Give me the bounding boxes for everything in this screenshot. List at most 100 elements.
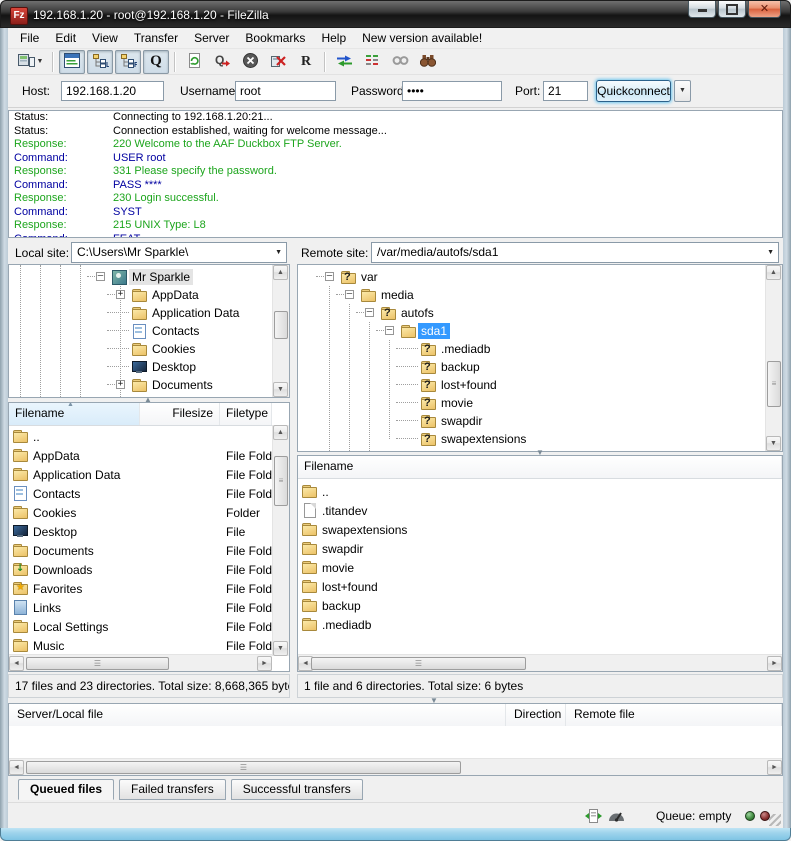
column-header-filetype[interactable]: Filetype [220,403,272,425]
file-row-movie[interactable]: movie [298,558,782,577]
file-row-appdata[interactable]: AppDataFile Folder [9,446,272,465]
column-header-filename[interactable]: Filename [298,456,782,478]
process-queue-button[interactable]: Q [209,50,235,74]
scroll-up-button[interactable]: ▲ [273,425,288,440]
file-compare-button[interactable] [359,50,385,74]
file-row-music[interactable]: MusicFile Folder [9,636,272,655]
file-row-links[interactable]: LinksFile Folder [9,598,272,617]
scrollbar-thumb[interactable]: ☰ [311,657,526,670]
username-input[interactable] [235,81,336,101]
tree-item-movie[interactable]: ?movie [298,394,765,412]
tree-item-media[interactable]: –media [298,286,765,304]
queue-column-direction[interactable]: Direction [506,704,566,726]
tab-queued-files[interactable]: Queued files [18,779,114,800]
tree-item-downloads[interactable]: +↓Downloads [9,394,272,398]
scroll-down-button[interactable]: ▼ [273,382,288,397]
tree-item-mr-sparkle[interactable]: –Mr Sparkle [9,268,272,286]
file-row-titandev[interactable]: .titandev [298,501,782,520]
speed-limit-icon[interactable] [608,809,625,825]
collapse-expander[interactable]: – [345,290,354,299]
menu-item-bookmarks[interactable]: Bookmarks [237,29,313,47]
collapse-expander[interactable]: – [96,272,105,281]
local-site-combobox[interactable]: C:\Users\Mr Sparkle\ ▼ [71,242,287,263]
scroll-up-button[interactable]: ▲ [273,265,288,280]
cancel-button[interactable] [237,50,263,74]
file-row-mediadb[interactable]: .mediadb [298,615,782,634]
tree-item-autofs[interactable]: –?autofs [298,304,765,322]
file-row-local-settings[interactable]: Local SettingsFile Folder [9,617,272,636]
tree-item-desktop[interactable]: Desktop [9,358,272,376]
horizontal-scrollbar[interactable]: ◄►☰ [9,758,782,775]
scrollbar-thumb[interactable]: ≡ [767,361,781,407]
file-row-application-data[interactable]: Application DataFile Folder [9,465,272,484]
site-manager-button[interactable]: ▼ [13,50,47,74]
horizontal-scrollbar[interactable]: ◄ ► ☰ [9,654,272,671]
menu-item-view[interactable]: View [84,29,126,47]
scroll-down-button[interactable]: ▼ [766,436,781,451]
file-row-desktop[interactable]: DesktopFile [9,522,272,541]
menu-item-help[interactable]: Help [313,29,354,47]
reconnect-button[interactable]: R [293,50,319,74]
column-header-filesize[interactable]: Filesize [140,403,220,425]
remote-site-combobox[interactable]: /var/media/autofs/sda1 ▼ [371,242,779,263]
file-row-contacts[interactable]: ContactsFile Folder [9,484,272,503]
scrollbar-thumb[interactable]: ≡ [274,456,288,506]
tree-item-mediadb[interactable]: ?.mediadb [298,340,765,358]
refresh-button[interactable] [181,50,207,74]
tree-item-lost-found[interactable]: ?lost+found [298,376,765,394]
file-row-item[interactable]: .. [298,482,782,501]
tab-failed-transfers[interactable]: Failed transfers [119,779,226,800]
file-row-favorites[interactable]: ★FavoritesFile Folder [9,579,272,598]
menu-item-server[interactable]: Server [186,29,237,47]
expand-expander[interactable]: + [116,380,125,389]
close-button[interactable]: ✕ [748,1,781,18]
file-row-item[interactable]: .. [9,427,272,446]
horizontal-scrollbar[interactable]: ◄►☰ [298,654,782,671]
file-row-swapextensions[interactable]: swapextensions [298,520,782,539]
disconnect-button[interactable] [265,50,291,74]
queue-column-server-local-file[interactable]: Server/Local file [9,704,506,726]
resize-grip[interactable] [769,814,781,826]
tree-item-appdata[interactable]: +AppData [9,286,272,304]
toggle-queue-button[interactable]: Q [143,50,169,74]
toggle-message-log-button[interactable] [59,50,85,74]
directory-comparison-button[interactable] [331,50,357,74]
synchronized-browsing-button[interactable] [387,50,413,74]
quickconnect-button[interactable]: Quickconnect [596,80,671,102]
tree-item-swapextensions[interactable]: ?swapextensions [298,430,765,448]
tab-successful-transfers[interactable]: Successful transfers [231,779,363,800]
password-input[interactable] [402,81,502,101]
file-row-backup[interactable]: backup [298,596,782,615]
tree-item-sda1[interactable]: –sda1 [298,322,765,340]
scrollbar-thumb[interactable] [274,311,288,339]
toggle-local-tree-button[interactable]: L [87,50,113,74]
tree-item-dvd[interactable]: ?dvd [298,448,765,452]
scroll-left-button[interactable]: ◄ [9,760,24,775]
menu-item-new-version-available[interactable]: New version available! [354,29,490,47]
collapse-down-icon[interactable]: ▼ [430,697,438,705]
tree-item-contacts[interactable]: Contacts [9,322,272,340]
scroll-right-button[interactable]: ► [257,656,272,671]
scrollbar-thumb[interactable]: ☰ [26,761,461,774]
vertical-scrollbar[interactable]: ▲ ▼ ≡ [765,265,782,451]
vertical-scrollbar[interactable]: ▲▼ [272,265,289,397]
tree-item-application-data[interactable]: Application Data [9,304,272,322]
file-row-downloads[interactable]: ↓DownloadsFile Folder [9,560,272,579]
scroll-right-button[interactable]: ► [767,656,782,671]
scrollbar-thumb[interactable]: ☰ [26,657,169,670]
file-row-lost-found[interactable]: lost+found [298,577,782,596]
toggle-remote-tree-button[interactable]: F [115,50,141,74]
search-button[interactable] [415,50,441,74]
port-input[interactable] [543,81,588,101]
file-row-swapdir[interactable]: swapdir [298,539,782,558]
collapse-expander[interactable]: – [365,308,374,317]
scroll-down-button[interactable]: ▼ [273,641,288,656]
vertical-scrollbar[interactable]: ▲ ▼ ≡ [272,425,289,656]
collapse-expander[interactable]: – [385,326,394,335]
scroll-up-button[interactable]: ▲ [766,265,781,280]
expand-expander[interactable]: + [116,290,125,299]
scroll-left-button[interactable]: ◄ [9,656,24,671]
queue-column-remote-file[interactable]: Remote file [566,704,782,726]
tree-item-backup[interactable]: ?backup [298,358,765,376]
collapse-expander[interactable]: – [325,272,334,281]
